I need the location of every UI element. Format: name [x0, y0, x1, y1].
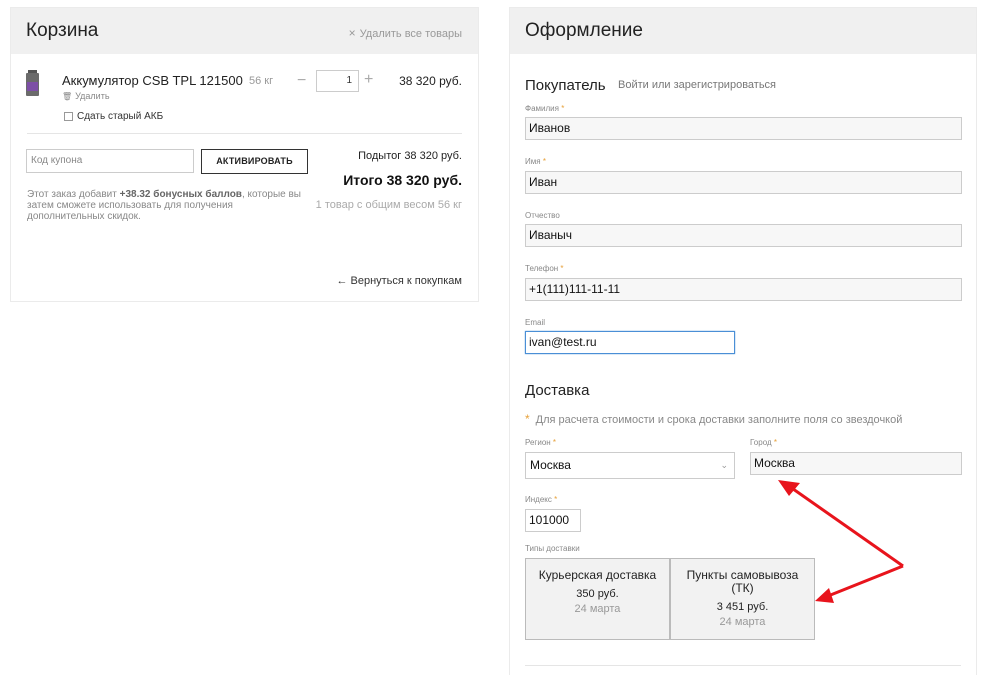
- phone-label: Телефон *: [525, 264, 564, 273]
- delivery-option-pickup[interactable]: Пункты самовывоза (ТК) 3 451 руб. 24 мар…: [670, 558, 815, 640]
- cart-title: Корзина: [26, 20, 99, 41]
- remove-item-button[interactable]: 🗑 Удалить: [62, 91, 110, 101]
- product-name-link[interactable]: Аккумулятор CSB TPL 121500: [62, 73, 243, 88]
- coupon-input[interactable]: Код купона: [26, 149, 194, 173]
- close-icon: ×: [348, 26, 356, 40]
- quantity-increase-button[interactable]: +: [364, 71, 373, 89]
- middlename-label: Отчество: [525, 211, 560, 220]
- clear-all-button[interactable]: × Удалить все товары: [349, 26, 462, 40]
- trash-icon: 🗑: [62, 92, 73, 101]
- email-label: Email: [525, 318, 546, 327]
- delivery-option-name: Курьерская доставка: [538, 568, 657, 582]
- region-label: Регион *: [525, 438, 557, 447]
- order-total: Итого 38 320 руб.: [343, 172, 462, 188]
- cart-panel: Корзина × Удалить все товары Аккумулятор …: [10, 7, 479, 302]
- middlename-field[interactable]: Иваныч: [525, 224, 962, 247]
- checkout-header: Оформление: [510, 8, 976, 54]
- chevron-down-icon: ⌄: [720, 460, 728, 470]
- delivery-note: * Для расчета стоимости и срока доставки …: [525, 412, 903, 426]
- firstname-field[interactable]: Иван: [525, 171, 962, 194]
- delivery-section-title: Доставка: [525, 382, 590, 399]
- email-field[interactable]: ivan@test.ru: [525, 331, 735, 354]
- city-label: Город *: [750, 438, 777, 447]
- lastname-field[interactable]: Иванов: [525, 117, 962, 140]
- divider: [525, 665, 961, 666]
- delivery-option-date: 24 марта: [719, 616, 766, 628]
- divider: [27, 133, 462, 134]
- delivery-types-label: Типы доставки: [525, 544, 580, 553]
- region-select[interactable]: Москва ⌄: [525, 452, 735, 479]
- trade-in-checkbox[interactable]: Сдать старый АКБ: [64, 111, 163, 122]
- quantity-input[interactable]: 1: [316, 70, 359, 92]
- battery-product-image[interactable]: [26, 70, 39, 96]
- buyer-section-title: Покупатель: [525, 77, 606, 94]
- remove-item-label: Удалить: [75, 91, 110, 101]
- cart-header: Корзина × Удалить все товары: [11, 8, 478, 54]
- bonus-points-note: Этот заказ добавит +38.32 бонусных балло…: [27, 189, 301, 222]
- delivery-option-date: 24 марта: [574, 603, 621, 615]
- quantity-decrease-button[interactable]: −: [297, 72, 306, 90]
- delivery-option-courier[interactable]: Курьерская доставка 350 руб. 24 марта: [525, 558, 670, 640]
- phone-field[interactable]: +1(111)111-11-11: [525, 278, 962, 301]
- city-field[interactable]: Москва: [750, 452, 962, 475]
- back-to-shopping-link[interactable]: ← Вернуться к покупкам: [336, 275, 462, 287]
- login-register-link[interactable]: Войти или зарегистрироваться: [618, 79, 776, 91]
- delivery-option-price: 350 руб.: [576, 588, 619, 600]
- checkbox-box[interactable]: [64, 112, 73, 121]
- delivery-option-name: Пункты самовывоза (ТК): [686, 568, 799, 595]
- total-weight-note: 1 товар с общим весом 56 кг: [315, 199, 462, 211]
- checkout-panel: Оформление Покупатель Войти или зарегист…: [509, 7, 977, 675]
- line-item-price: 38 320 руб.: [399, 74, 462, 88]
- index-field[interactable]: 101000: [525, 509, 581, 532]
- star-icon: *: [525, 412, 530, 426]
- firstname-label: Имя *: [525, 157, 546, 166]
- delivery-option-price: 3 451 руб.: [716, 601, 769, 613]
- trade-in-label: Сдать старый АКБ: [77, 111, 164, 122]
- index-label: Индекс *: [525, 495, 558, 504]
- checkout-title: Оформление: [525, 20, 643, 41]
- lastname-label: Фамилия *: [525, 104, 565, 113]
- subtotal: Подытог 38 320 руб.: [358, 150, 462, 162]
- clear-all-label: Удалить все товары: [359, 28, 462, 40]
- product-weight: 56 кг: [249, 75, 274, 87]
- activate-coupon-button[interactable]: АКТИВИРОВАТЬ: [201, 149, 308, 174]
